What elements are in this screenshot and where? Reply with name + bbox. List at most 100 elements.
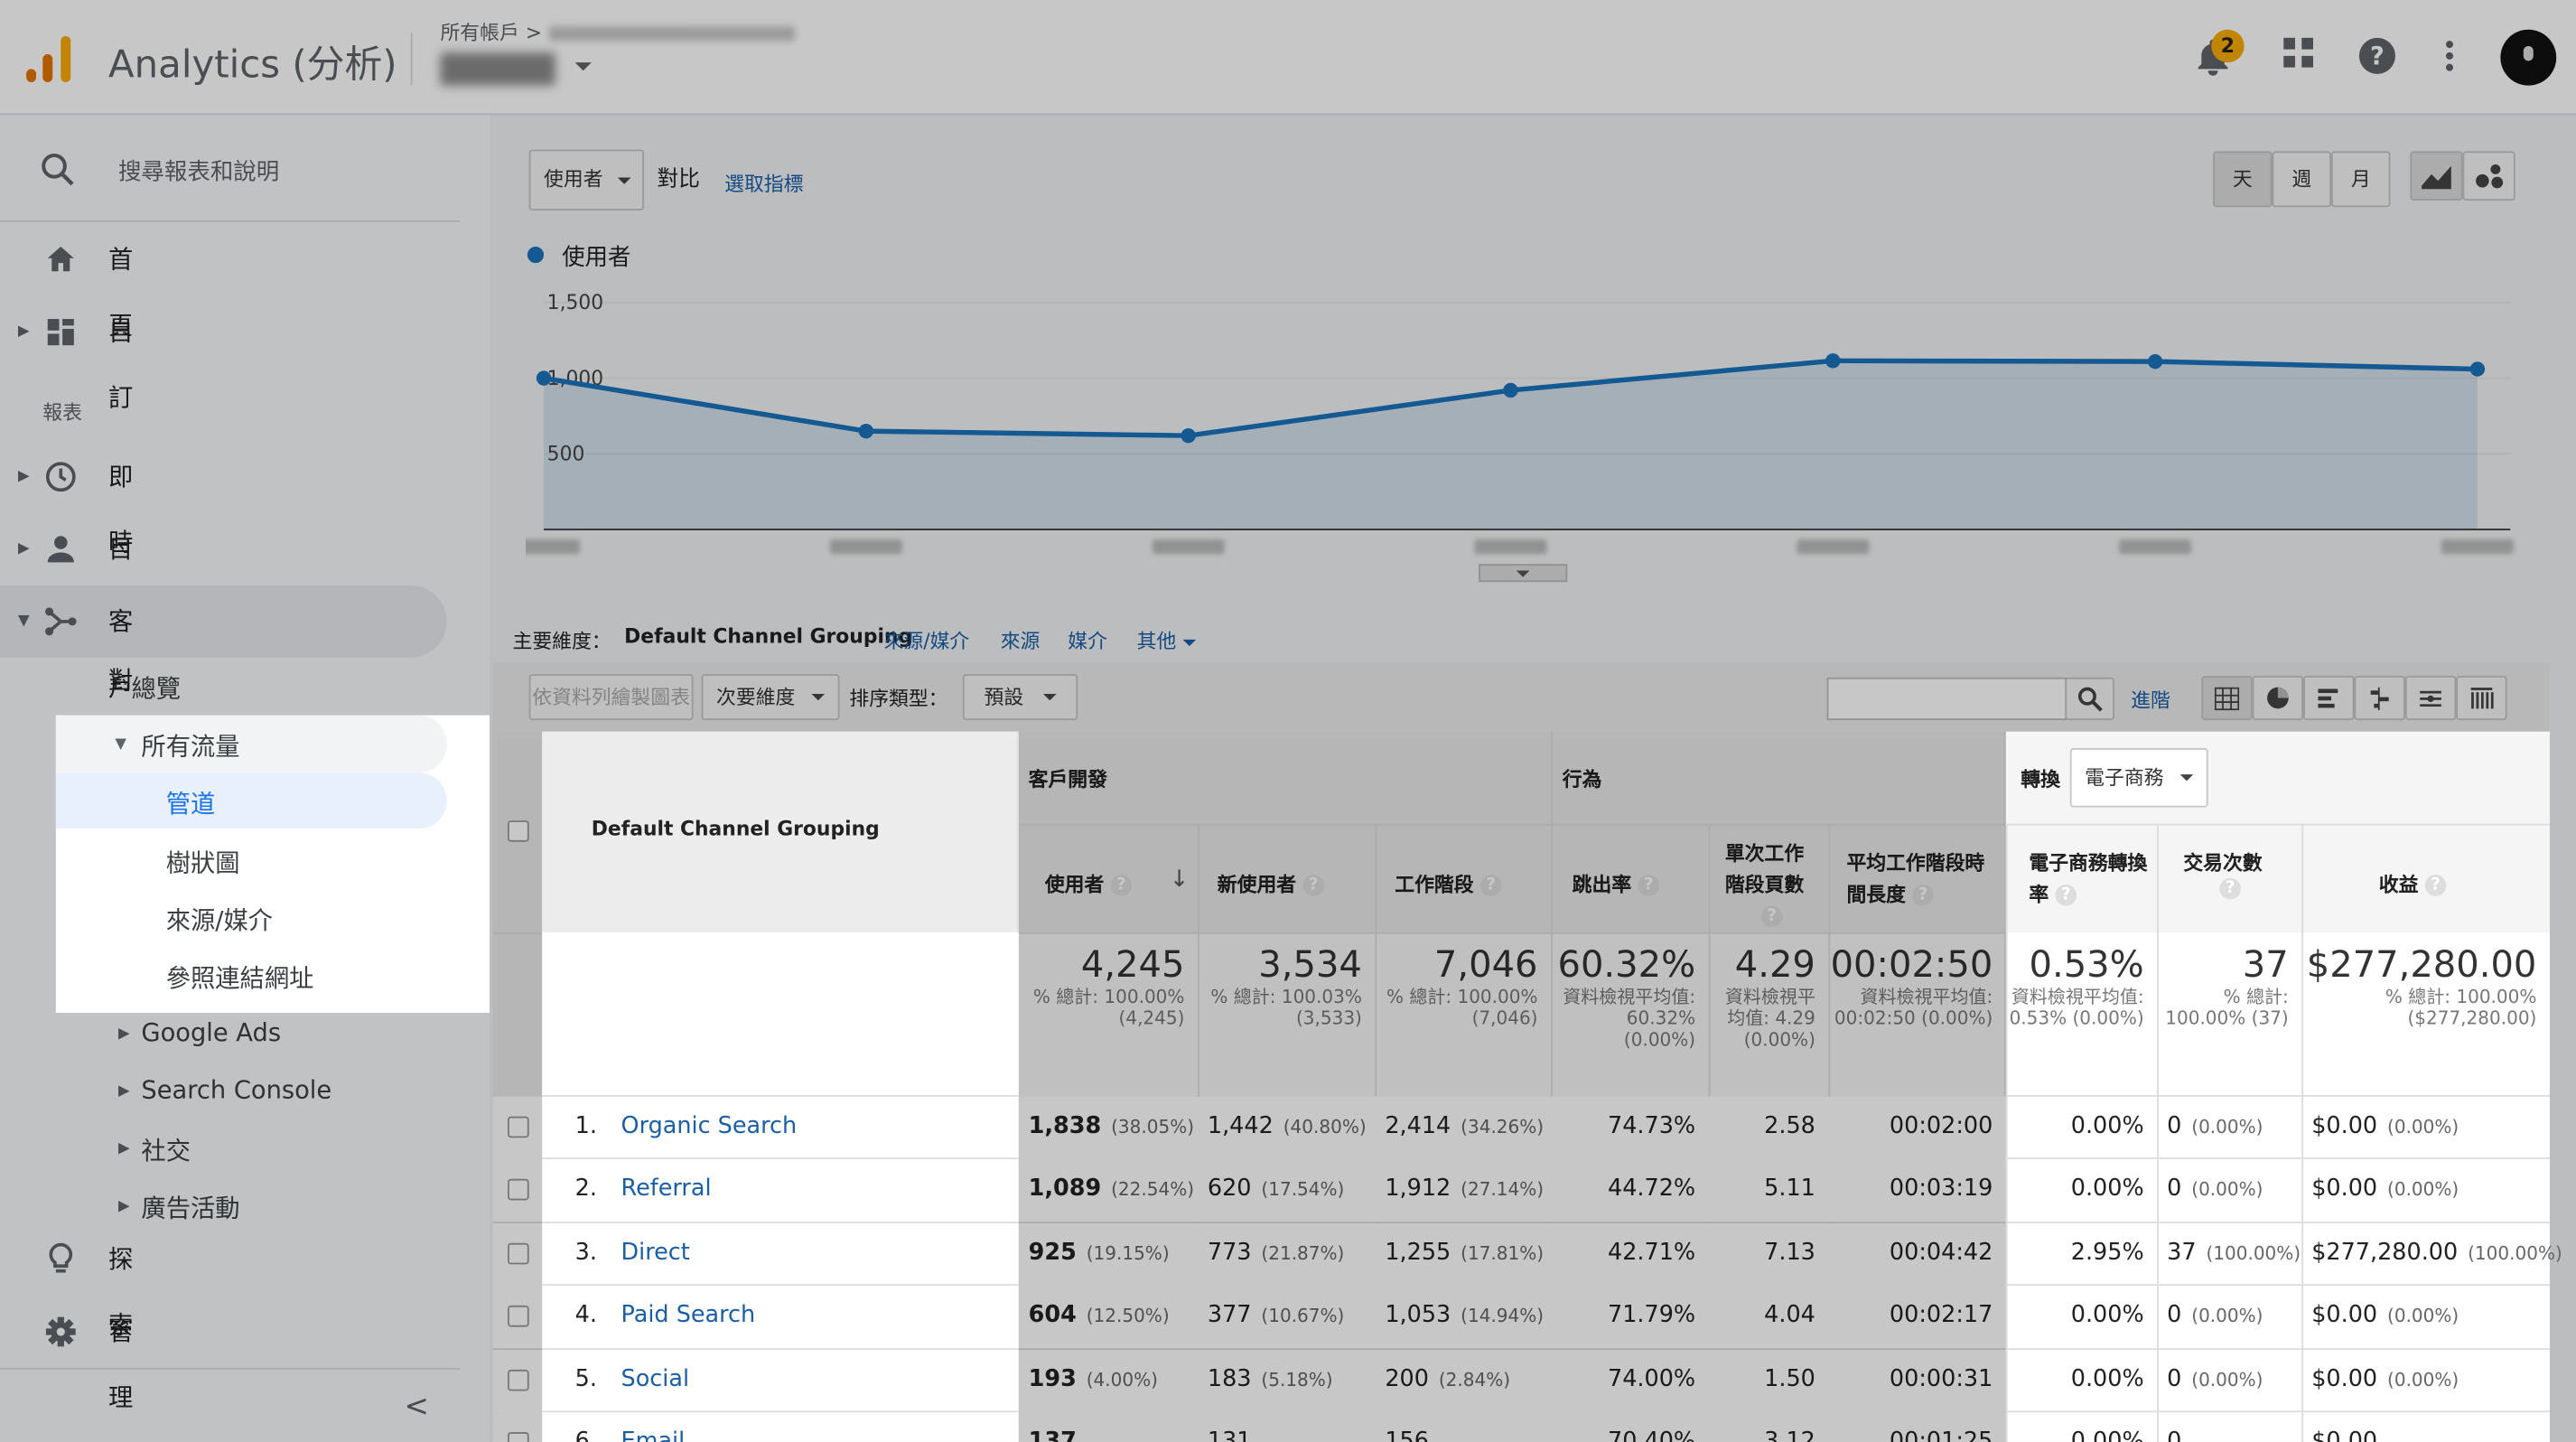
plot-rows-button[interactable]: 依資料列繪製圖表 [528, 674, 694, 721]
column-header[interactable]: 跳出率? [1573, 870, 1660, 898]
metric-cell: 156 [1375, 1428, 1537, 1442]
channel-link[interactable]: Paid Search [621, 1303, 756, 1329]
metric-cell: 0.00% [2006, 1428, 2144, 1442]
table-search-input[interactable] [1826, 677, 2067, 721]
metric-select[interactable]: 使用者 [528, 149, 645, 211]
sidebar-search[interactable]: 搜尋報表和說明 [0, 115, 461, 222]
data-point [858, 423, 874, 439]
metric-value: 00:04:42 [1889, 1239, 1993, 1266]
metric-value: 0 [2167, 1365, 2182, 1392]
month-button[interactable]: 月 [2331, 151, 2391, 208]
row-checkbox[interactable] [508, 1116, 529, 1138]
metric-percent: (0.00%) [2387, 1179, 2459, 1202]
dimension-column-header[interactable]: Default Channel Grouping [592, 817, 880, 839]
breadcrumb[interactable]: 所有帳戶 > [440, 18, 796, 46]
metric-percent: (27.14%) [1461, 1179, 1545, 1202]
metric-percent: (100.00%) [2468, 1242, 2562, 1265]
collapse-arrow-icon: ▼ [115, 736, 126, 754]
apps-grid-icon[interactable] [2277, 36, 2319, 79]
channel-link[interactable]: Direct [621, 1240, 690, 1266]
metric-cell: 131 [1198, 1428, 1362, 1442]
week-button[interactable]: 週 [2272, 151, 2332, 208]
users-line-chart[interactable]: 1,5001,000500 [526, 283, 2530, 562]
table-view-pie-button[interactable] [2252, 675, 2304, 721]
channel-link[interactable]: Social [621, 1366, 690, 1392]
select-metric-link[interactable]: 選取指標 [724, 169, 803, 197]
dimension-medium[interactable]: 媒介 [1068, 626, 1107, 654]
sidebar-item-all-traffic[interactable]: 所有流量 [141, 728, 239, 763]
table-search-button[interactable] [2065, 677, 2114, 721]
data-point [2147, 353, 2163, 370]
column-header[interactable]: 使用者? [1045, 870, 1133, 898]
dimension-active[interactable]: Default Channel Grouping [624, 625, 912, 648]
sidebar-item-campaigns[interactable]: 廣告活動 [141, 1191, 239, 1225]
motion-chart-button[interactable] [2462, 151, 2515, 201]
channel-link[interactable]: Organic Search [621, 1113, 798, 1139]
day-button[interactable]: 天 [2213, 151, 2273, 208]
conversion-goal-select[interactable]: 電子商務 [2069, 748, 2208, 808]
column-header-label: 單次工作階段頁數 [1724, 841, 1805, 896]
sort-type-select[interactable]: 預設 [962, 674, 1078, 721]
row-checkbox[interactable] [508, 1369, 529, 1390]
expand-arrow-icon: ▶ [117, 1140, 130, 1158]
sidebar-item-channels[interactable]: 管道 [166, 786, 216, 820]
secondary-dimension-select[interactable]: 次要維度 [701, 674, 840, 721]
more-vert-icon[interactable] [2428, 36, 2470, 79]
analytics-logo[interactable] [24, 33, 77, 82]
total-subtext: 資料檢視平均值: 4.29 (0.00%) [1724, 986, 1815, 1051]
metric-cell: 377 (10.67%) [1198, 1303, 1362, 1329]
sidebar-item-google-ads[interactable]: Google Ads [141, 1017, 281, 1047]
row-checkbox[interactable] [508, 1179, 529, 1202]
channel-link[interactable]: Email [621, 1428, 686, 1442]
sidebar-item-social[interactable]: 社交 [141, 1133, 191, 1167]
table-view-comparison-button[interactable] [2354, 675, 2405, 721]
row-checkbox[interactable] [508, 1242, 529, 1265]
sort-desc-arrow-icon[interactable]: ↓ [1170, 866, 1189, 893]
sidebar-item-treemap[interactable]: 樹狀圖 [166, 845, 240, 879]
sidebar-item-source-medium[interactable]: 來源/媒介 [166, 903, 273, 937]
avatar[interactable] [2500, 29, 2557, 86]
column-header[interactable]: 新使用者? [1218, 870, 1325, 898]
column-header[interactable]: 交易次數? [2183, 848, 2263, 900]
sidebar-item-label: 自訂 [108, 317, 134, 413]
compare-label: 對比 [657, 167, 700, 192]
x-tick-label-redacted [526, 538, 581, 555]
metric-value: 2.95% [2070, 1239, 2144, 1266]
redacted-property[interactable] [440, 52, 555, 86]
advanced-filter-link[interactable]: 進階 [2131, 686, 2170, 714]
column-header[interactable]: 工作階段? [1395, 870, 1502, 898]
channel-link[interactable]: Referral [621, 1176, 712, 1203]
table-view-pivot-button[interactable] [2456, 675, 2507, 721]
line-chart-button[interactable] [2410, 151, 2463, 201]
sidebar-item-referrals[interactable]: 參照連結網址 [166, 960, 314, 995]
dimension-source-medium[interactable]: 來源/媒介 [884, 626, 970, 654]
row-checkbox[interactable] [508, 1432, 529, 1442]
dimension-total-cell [542, 932, 1019, 1097]
sidebar-item-overview[interactable]: 總覽 [132, 670, 182, 705]
column-header[interactable]: 電子商務轉換率? [2029, 848, 2153, 911]
metric-value: 377 [1207, 1302, 1252, 1329]
metric-cell: 925 (19.15%) [1019, 1240, 1185, 1266]
data-point [1181, 427, 1196, 444]
dimension-source[interactable]: 來源 [1001, 626, 1041, 654]
column-header[interactable]: 收益? [2379, 870, 2447, 898]
sidebar-item-search-console[interactable]: Search Console [141, 1075, 331, 1105]
dimension-other[interactable]: 其他 [1137, 626, 1197, 654]
table-view-switcher [2201, 675, 2507, 721]
total-cell: 00:02:50 資料檢視平均值: 00:02:50 (0.00%) [1828, 945, 1993, 1029]
row-checkbox[interactable] [508, 1306, 529, 1327]
data-point [2469, 361, 2486, 377]
property-dropdown-icon[interactable] [574, 62, 592, 71]
collapse-sidebar-icon[interactable]: < [404, 1390, 428, 1424]
secondary-dimension-label: 次要維度 [716, 685, 796, 709]
data-point [536, 370, 552, 386]
redacted-account [548, 26, 796, 42]
column-header[interactable]: 單次工作階段頁數? [1725, 838, 1807, 932]
column-header[interactable]: 平均工作階段時間長度? [1846, 848, 1994, 911]
select-all-checkbox[interactable] [508, 820, 529, 842]
chart-scroll-handle[interactable] [1479, 564, 1568, 583]
table-view-performance-button[interactable] [2303, 675, 2355, 721]
table-view-term-cloud-button[interactable] [2404, 675, 2457, 721]
table-view-data-button[interactable] [2201, 675, 2253, 721]
help-icon[interactable]: ? [2356, 36, 2398, 79]
